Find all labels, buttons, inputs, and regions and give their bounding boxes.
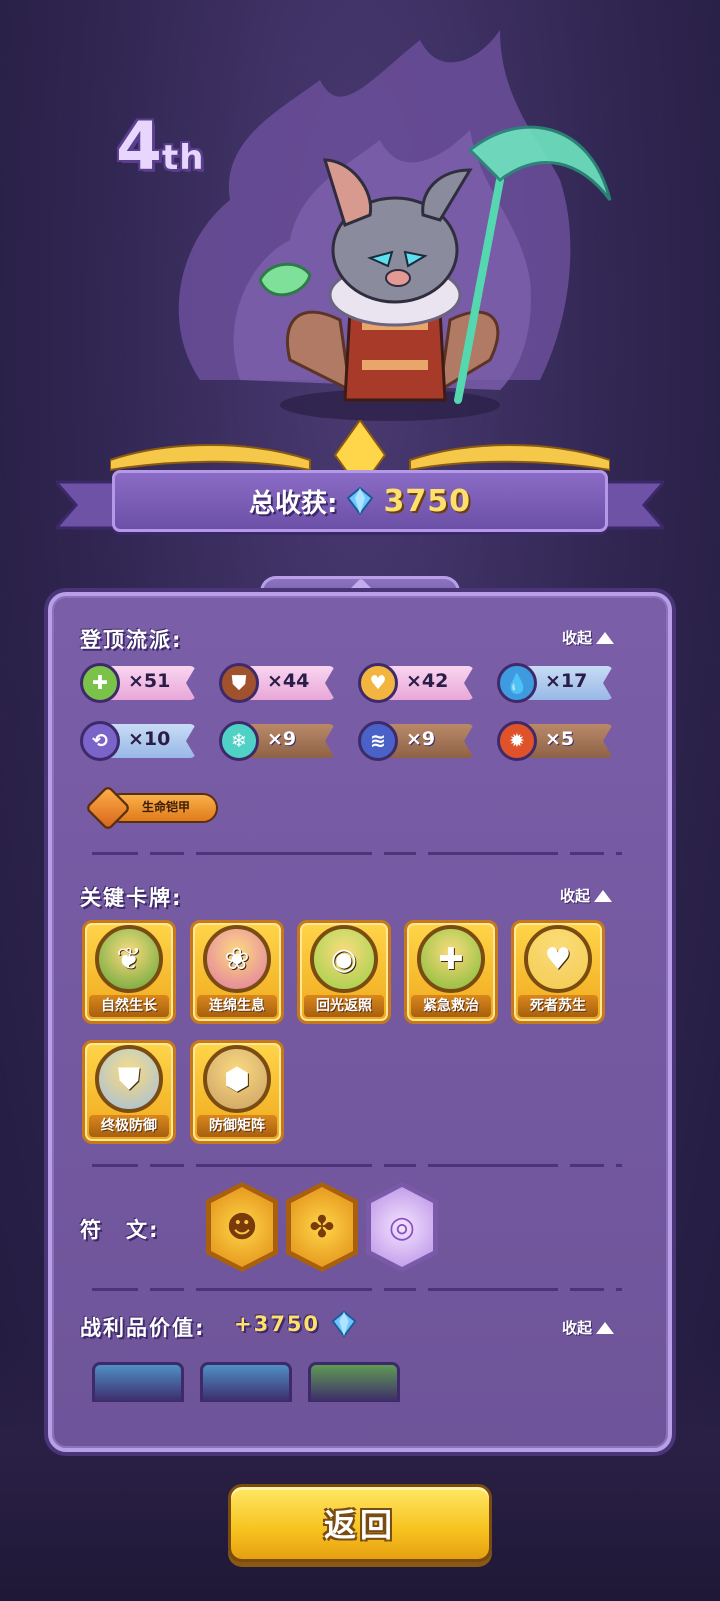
life-armor-icon [84,784,132,832]
school-chip[interactable]: 💧 ×17 [497,662,613,704]
school-chip[interactable]: ❄ ×9 [219,720,335,762]
collapse-label: 收起 [562,629,593,647]
total-label: 总收获: [249,488,338,519]
school-chip[interactable]: ⟲ ×10 [80,720,196,762]
school-chip[interactable]: ≋ ×9 [358,720,474,762]
key-card[interactable]: ◉ 回光返照 [297,920,391,1024]
card-name: 自然生长 [89,995,169,1017]
school-chip[interactable]: ⛊ ×44 [219,662,335,704]
key-card[interactable]: ⛊ 终极防御 [82,1040,176,1144]
school-count: ×51 [128,670,171,692]
loot-title: 战利品价值: [80,1316,206,1340]
demon-face-rune-icon: ☻ [211,1187,273,1267]
special-school-label: 生命铠甲 [142,800,191,814]
card-name: 防御矩阵 [197,1115,277,1137]
school-chip[interactable]: ✹ ×5 [497,720,613,762]
collapse-label: 收起 [560,887,591,905]
triangle-up-icon [594,889,613,902]
crystal-icon [331,1310,357,1338]
school-count: ×44 [267,670,310,692]
blue-item-icon[interactable] [200,1362,292,1402]
back-button[interactable]: 返回 [228,1484,492,1562]
hex-matrix-icon: ⬢ [203,1045,271,1113]
hero-bat-character [178,30,612,421]
shield-icon: ⛊ [219,663,259,703]
water-drop-icon: 💧 [497,663,537,703]
school-count: ×10 [128,728,171,750]
shield-icon: ⛊ [95,1045,163,1113]
key-card[interactable]: ⬢ 防御矩阵 [190,1040,284,1144]
green-item-icon[interactable] [308,1362,400,1402]
glow-orb-icon: ◉ [310,925,378,993]
school-count: ×42 [406,670,449,692]
swirl-icon: ⟲ [80,721,120,761]
school-count: ×9 [406,728,436,750]
schools-collapse-button[interactable]: 收起 [562,627,615,648]
total-harvest-banner: 总收获: 3750 [112,470,608,532]
card-name: 连绵生息 [197,995,277,1017]
school-count: ×9 [267,728,297,750]
school-chip[interactable]: ✚ ×51 [80,662,196,704]
card-name: 回光返照 [304,995,384,1017]
key-card[interactable]: ✚ 紧急救治 [404,920,498,1024]
loot-collapse-button[interactable]: 收起 [562,1317,615,1338]
school-count: ×17 [545,670,588,692]
triangle-up-icon [596,1321,615,1334]
syringe-icon: ✚ [417,925,485,993]
snowflake-icon: ❄ [219,721,259,761]
schools-title: 登顶流派: [80,628,183,652]
divider [92,1288,622,1291]
blue-item-icon[interactable] [92,1362,184,1402]
vine-icon: ❦ [95,925,163,993]
divider [92,852,622,855]
card-name: 紧急救治 [411,995,491,1017]
crystal-icon [347,486,374,516]
school-count: ×5 [545,728,575,750]
loot-value: +3750 [234,1312,321,1336]
card-name: 终极防御 [89,1115,169,1137]
cards-title: 关键卡牌: [80,886,183,910]
rune-slot[interactable]: ◎ [366,1182,438,1272]
school-chip[interactable]: ♥ ×42 [358,662,474,704]
key-card[interactable]: ❦ 自然生长 [82,920,176,1024]
triangle-up-icon [596,631,615,644]
cards-collapse-button[interactable]: 收起 [560,885,613,906]
ring-gem-rune-icon: ◎ [371,1187,433,1267]
lotus-icon: ❀ [203,925,271,993]
rune-slot[interactable]: ✤ [286,1182,358,1272]
card-name: 死者苏生 [518,995,598,1017]
key-card[interactable]: ❀ 连绵生息 [190,920,284,1024]
key-card[interactable]: ♥ 死者苏生 [511,920,605,1024]
heal-cross-icon: ✚ [80,663,120,703]
runes-title: 符 文: [80,1218,160,1242]
flame-icon: ✹ [497,721,537,761]
total-value: 3750 [383,483,471,519]
divider [92,1164,622,1167]
rune-slot[interactable]: ☻ [206,1182,278,1272]
special-school-badge[interactable]: 生命铠甲 [84,784,218,832]
collapse-label: 收起 [562,1319,593,1337]
wind-icon: ≋ [358,721,398,761]
heart-icon: ♥ [358,663,398,703]
winged-heart-icon: ♥ [524,925,592,993]
puzzle-rune-icon: ✤ [291,1187,353,1267]
